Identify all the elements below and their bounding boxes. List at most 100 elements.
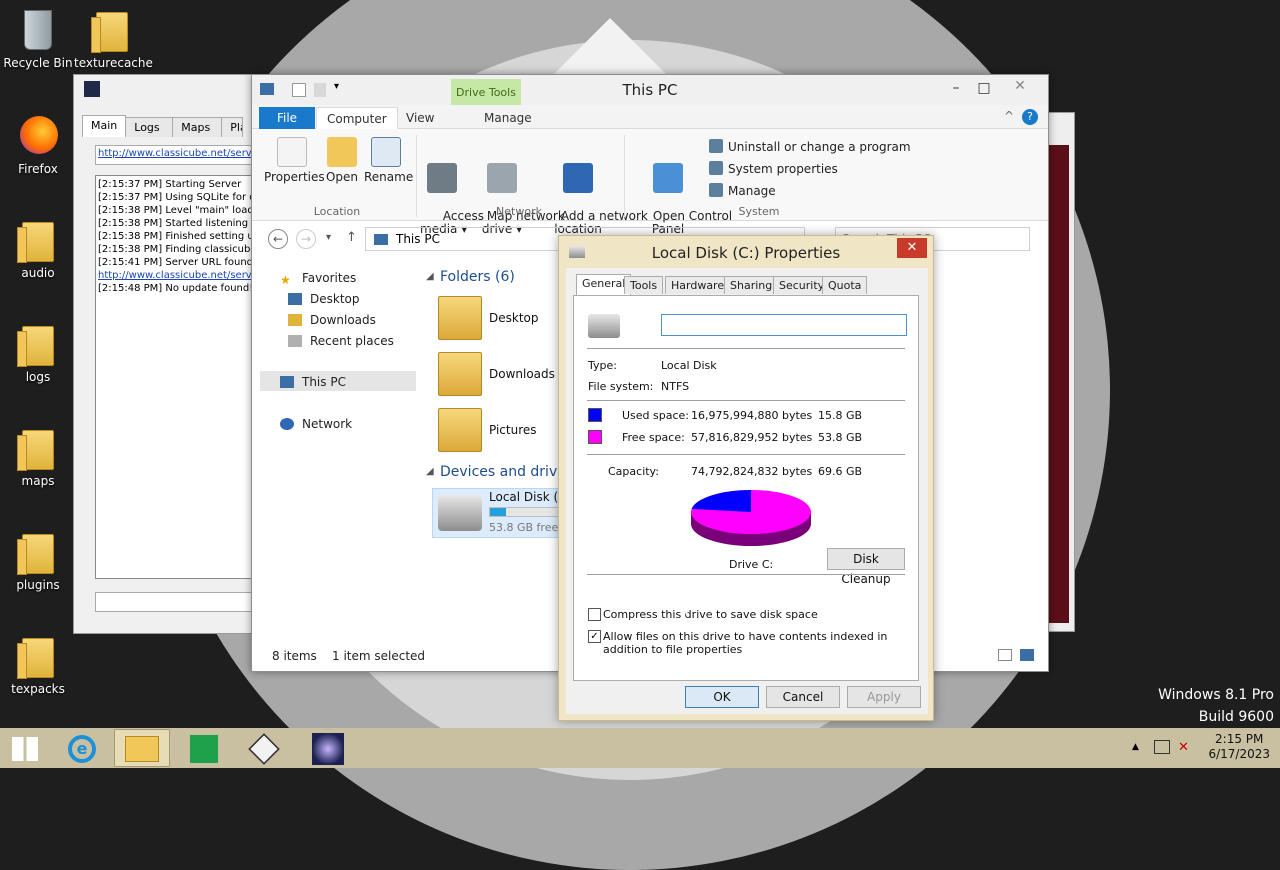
windows-logo-icon — [12, 737, 38, 761]
collapse-devices-icon[interactable]: ◢ — [426, 466, 434, 477]
apply-button[interactable]: Apply — [847, 686, 921, 708]
volume-label-input[interactable] — [661, 314, 907, 336]
group-system-label: System — [738, 205, 780, 218]
properties-button[interactable]: Properties — [264, 137, 325, 184]
server-url-link[interactable]: http://www.classicube.net/serve — [95, 145, 255, 165]
desktop-icon-logs[interactable]: logs — [0, 320, 76, 384]
start-button[interactable] — [0, 729, 56, 767]
tab-tools[interactable]: Tools — [624, 276, 664, 294]
folder-icon — [17, 638, 54, 679]
type-label: Type: — [588, 359, 617, 372]
clock[interactable]: 2:15 PM 6/17/2023 — [1208, 732, 1270, 762]
tab-manage[interactable]: Manage — [474, 107, 542, 129]
nav-downloads[interactable]: Downloads — [288, 313, 376, 327]
nav-desktop[interactable]: Desktop — [288, 292, 360, 306]
minimize-button[interactable]: – — [942, 77, 970, 99]
ribbon: Properties Open Rename Location Access m… — [252, 129, 1048, 236]
compress-checkbox[interactable] — [588, 608, 601, 621]
desktop-icon-texpacks[interactable]: texpacks — [0, 632, 76, 696]
compress-label: Compress this drive to save disk space — [603, 608, 818, 621]
back-button[interactable]: ← — [268, 229, 288, 249]
capacity-gb: 69.6 GB — [818, 465, 863, 478]
network-drive-icon — [487, 163, 517, 193]
tab-view[interactable]: View — [396, 107, 444, 129]
folder-pictures-label[interactable]: Pictures — [489, 423, 537, 437]
tab-maps[interactable]: Maps — [172, 117, 223, 137]
nav-favorites[interactable]: ★ Favorites — [280, 271, 356, 287]
properties-dialog[interactable]: Local Disk (C:) Properties ✕ General Too… — [558, 235, 934, 721]
firefox-icon — [20, 116, 58, 154]
details-view-icon[interactable] — [998, 649, 1012, 661]
uninstall-program-link[interactable]: Uninstall or change a program — [709, 139, 911, 154]
desktop-icon-texturecache[interactable]: texturecache — [74, 6, 153, 70]
collapse-ribbon-icon[interactable]: ^ — [1004, 109, 1014, 123]
server-command-input[interactable] — [95, 592, 255, 612]
desktop-icon-firefox[interactable]: Firefox — [0, 112, 76, 176]
maximize-button[interactable]: □ — [970, 77, 998, 99]
tab-logs[interactable]: Logs — [125, 117, 174, 137]
system-properties-link[interactable]: System properties — [709, 161, 838, 176]
devices-header[interactable]: Devices and drives — [440, 464, 573, 480]
window-title: This PC — [622, 81, 678, 99]
index-checkbox[interactable]: ✓ — [588, 630, 601, 643]
folder-icon — [17, 326, 54, 367]
disk-usage-pie-chart — [691, 490, 811, 546]
tab-quota[interactable]: Quota — [822, 276, 868, 294]
nav-recent-places[interactable]: Recent places — [288, 334, 394, 348]
close-button[interactable]: ✕ — [1000, 75, 1040, 97]
up-arrow-icon[interactable]: ↑ — [346, 230, 357, 245]
taskbar-file-explorer[interactable] — [114, 729, 170, 767]
folder-desktop-label[interactable]: Desktop — [489, 311, 539, 325]
file-explorer-icon — [125, 736, 159, 762]
server-tabs: Main Logs Maps Pla — [82, 115, 244, 137]
show-hidden-icons-icon[interactable]: ▲ — [1132, 742, 1139, 752]
cancel-button[interactable]: Cancel — [766, 686, 840, 708]
taskbar-store[interactable] — [176, 729, 232, 767]
manage-link[interactable]: Manage — [709, 183, 776, 198]
index-label: Allow files on this drive to have conten… — [603, 630, 888, 656]
tab-sharing[interactable]: Sharing — [724, 276, 779, 294]
taskbar-server[interactable] — [300, 729, 356, 767]
nav-this-pc[interactable]: This PC — [280, 375, 346, 389]
recent-locations-icon[interactable]: ▾ — [326, 232, 331, 243]
help-icon[interactable]: ? — [1022, 109, 1038, 125]
dialog-close-button[interactable]: ✕ — [897, 238, 927, 258]
tab-players[interactable]: Pla — [221, 117, 244, 137]
open-button[interactable]: Open — [324, 137, 360, 184]
large-icons-view-icon[interactable] — [1020, 649, 1034, 661]
server-window[interactable]: Main Logs Maps Pla http://www.classicube… — [73, 74, 255, 634]
rename-icon — [371, 137, 401, 167]
network-tray-icon[interactable] — [1154, 740, 1170, 754]
properties-icon — [277, 137, 307, 167]
forward-button[interactable]: → — [296, 229, 316, 249]
desktop-icon-plugins[interactable]: plugins — [0, 528, 76, 592]
desktop-icon-recycle-bin[interactable]: Recycle Bin — [0, 6, 76, 70]
ok-button[interactable]: OK — [685, 686, 759, 708]
log-line: [2:15:37 PM] Using SQLite for dat — [98, 192, 255, 203]
recycle-bin-icon — [24, 10, 52, 50]
tab-hardware[interactable]: Hardware — [665, 276, 731, 294]
tab-computer[interactable]: Computer — [316, 107, 398, 129]
drive-icon — [588, 314, 620, 338]
folders-header[interactable]: Folders (6) — [440, 269, 515, 285]
tab-file[interactable]: File — [259, 107, 315, 129]
taskbar-internet-explorer[interactable]: e — [56, 729, 112, 767]
tab-main[interactable]: Main — [82, 115, 127, 137]
collapse-folders-icon[interactable]: ◢ — [426, 271, 434, 282]
drive-c-label: Drive C: — [729, 558, 774, 571]
used-space-label: Used space: — [622, 409, 690, 422]
log-link[interactable]: http://www.classicube.net/serve — [98, 269, 254, 282]
recent-places-icon — [288, 335, 302, 347]
rename-button[interactable]: Rename — [364, 137, 413, 184]
drive-free-text: 53.8 GB free o — [489, 521, 569, 534]
used-space-swatch — [588, 408, 602, 422]
drive-usage-bar — [489, 507, 561, 517]
volume-muted-icon[interactable]: ✕ — [1178, 740, 1189, 755]
desktop-icon-audio[interactable]: audio — [0, 216, 76, 280]
taskbar-classicube[interactable] — [236, 729, 292, 767]
nav-network[interactable]: Network — [280, 417, 352, 431]
disk-cleanup-button[interactable]: Disk Cleanup — [827, 548, 905, 586]
desktop-icon-maps[interactable]: maps — [0, 424, 76, 488]
drive-usage-fill — [490, 508, 506, 516]
folder-downloads-label[interactable]: Downloads — [489, 367, 555, 381]
